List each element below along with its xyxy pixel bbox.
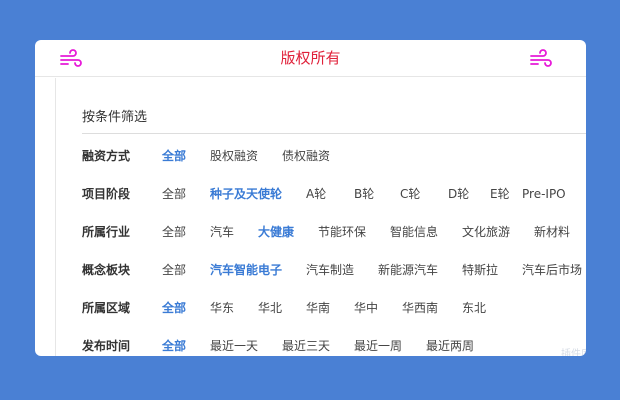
filter-row: 概念板块 全部 汽车智能电子 汽车制造 新能源汽车 特斯拉 汽车后市场 — [82, 260, 586, 280]
filter-row-label: 概念板块 — [82, 263, 131, 277]
filter-option[interactable]: 全部 — [162, 184, 186, 204]
filter-option[interactable]: 全部 — [162, 336, 186, 356]
filter-option[interactable]: D轮 — [448, 184, 469, 204]
filter-row-label: 项目阶段 — [82, 187, 131, 201]
filter-option[interactable]: 汽车制造 — [306, 260, 354, 280]
wind-icon — [530, 49, 552, 67]
filter-row: 所属区域 全部 华东 华北 华南 华中 华西南 东北 — [82, 298, 586, 318]
filter-row: 项目阶段 全部 种子及天使轮 A轮 B轮 C轮 D轮 E轮 Pre-IPO — [82, 184, 586, 204]
filter-option[interactable]: 大健康 — [258, 222, 294, 242]
filter-option[interactable]: 节能环保 — [318, 222, 366, 242]
page-title: 版权所有 — [280, 49, 341, 67]
filter-option[interactable]: 东北 — [462, 298, 486, 318]
filter-option[interactable]: 华北 — [258, 298, 282, 318]
filter-option[interactable]: E轮 — [490, 184, 510, 204]
svg-text:插件库: 插件库 — [561, 347, 586, 356]
filter-option[interactable]: 华南 — [306, 298, 330, 318]
filter-row-label: 融资方式 — [82, 149, 131, 163]
filter-option[interactable]: 文化旅游 — [462, 222, 510, 242]
filter-row-label: 发布时间 — [82, 339, 131, 353]
filter-row: 所属行业 全部 汽车 大健康 节能环保 智能信息 文化旅游 新材料 — [82, 222, 586, 242]
filter-option[interactable]: 全部 — [162, 260, 186, 280]
filter-option[interactable]: 全部 — [162, 146, 186, 166]
filter-option[interactable]: 全部 — [162, 298, 186, 318]
header-bar: 版权所有 — [35, 40, 586, 77]
filter-option[interactable]: 汽车智能电子 — [210, 260, 282, 280]
filter-option[interactable]: 最近三天 — [282, 336, 330, 356]
filter-option[interactable]: 华中 — [354, 298, 378, 318]
filter-option[interactable]: 华西南 — [402, 298, 438, 318]
filter-option[interactable]: 汽车 — [210, 222, 234, 242]
filter-option[interactable]: 最近一天 — [210, 336, 258, 356]
filter-row-label: 所属区域 — [82, 301, 131, 315]
filter-row: 融资方式 全部 股权融资 债权融资 — [82, 146, 586, 166]
filter-option[interactable]: 种子及天使轮 — [210, 184, 282, 204]
filter-option[interactable]: 最近一周 — [354, 336, 402, 356]
jquery-watermark-logo: jQuery 插件库 — [505, 347, 586, 356]
filter-option[interactable]: 全部 — [162, 222, 186, 242]
filter-option[interactable]: C轮 — [400, 184, 420, 204]
filter-option[interactable]: 最近两周 — [426, 336, 474, 356]
filter-option[interactable]: 新能源汽车 — [378, 260, 438, 280]
filter-option[interactable]: 特斯拉 — [462, 260, 498, 280]
filter-option[interactable]: 债权融资 — [282, 146, 330, 166]
filter-option[interactable]: 汽车后市场 — [522, 260, 582, 280]
filter-panel: 按条件筛选 融资方式 全部 股权融资 债权融资 项目阶段 全部 种子及天使轮 A轮 B轮 C轮 D轮… — [55, 78, 586, 356]
filter-option[interactable]: 华东 — [210, 298, 234, 318]
filter-option[interactable]: Pre-IPO — [522, 184, 566, 204]
filter-card: 版权所有 按条件筛选 融资方式 全部 股权融资 债权融资 项目阶段 全部 种子及天使轮 A轮 B… — [35, 40, 586, 356]
filter-row-label: 所属行业 — [82, 225, 131, 239]
filter-title: 按条件筛选 — [82, 110, 148, 125]
filter-option[interactable]: B轮 — [354, 184, 374, 204]
filter-option[interactable]: 智能信息 — [390, 222, 438, 242]
filter-option[interactable]: 股权融资 — [210, 146, 258, 166]
filter-option[interactable]: A轮 — [306, 184, 326, 204]
divider — [82, 133, 586, 134]
filter-option[interactable]: 新材料 — [534, 222, 570, 242]
